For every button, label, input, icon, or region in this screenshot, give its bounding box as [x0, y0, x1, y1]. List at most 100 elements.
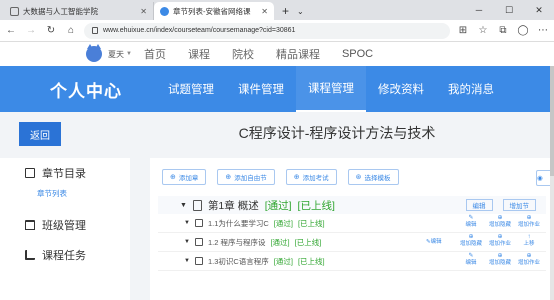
add-section-button[interactable]: 增加节	[502, 199, 536, 211]
course-title-row: 返回 C程序设计-程序设计方法与技术	[0, 112, 554, 148]
add-homework-button[interactable]: ⊕ 增加作业	[489, 234, 511, 248]
chapter-row[interactable]: ▼ 第1章 概述 [通过] [已上线] 编辑 增加节	[158, 196, 546, 214]
window-close-button[interactable]: ✕	[524, 0, 554, 20]
status-badge: [通过]	[273, 256, 293, 266]
sidebar-item-label: 课程任务	[42, 250, 86, 262]
scrollbar-thumb[interactable]	[550, 66, 554, 176]
sidebar-item-label: 班级管理	[42, 220, 86, 232]
site-favicon-icon	[160, 6, 169, 16]
section-row[interactable]: ▼ 1.3初识C语言程序 [通过] [已上线] ✎ 编辑 ⊕ 增加隐藏 ⊕ 增加作业	[158, 252, 546, 271]
refresh-icon[interactable]: ↻	[44, 25, 58, 36]
browser-tab[interactable]: 大数据与人工智能学院 ✕	[4, 2, 154, 20]
window-controls: ─ ☐ ✕	[464, 0, 554, 20]
home-icon[interactable]: ⌂	[64, 25, 78, 36]
nav-messages[interactable]: 我的消息	[436, 66, 506, 112]
expand-triangle-icon[interactable]: ▼	[184, 258, 190, 264]
site-link-schools[interactable]: 院校	[232, 46, 254, 62]
chapter-actions: 编辑 增加节	[465, 199, 536, 211]
browser-tabbar: 大数据与人工智能学院 ✕ 章节列表-安徽省网络课 ✕ + ⌄ ─ ☐ ✕	[0, 0, 554, 20]
page-icon	[10, 6, 19, 16]
sidebar-item-class-manage[interactable]: 班级管理	[0, 210, 130, 240]
expand-triangle-icon[interactable]: ▼	[184, 239, 190, 245]
add-chapter-button[interactable]: ⊕ 添加章	[162, 169, 207, 185]
add-hidden-button[interactable]: ⊕ 增加隐藏	[489, 253, 511, 267]
section-icon	[194, 219, 203, 227]
maximize-button[interactable]: ☐	[494, 0, 524, 20]
button-label: 添加自由节	[234, 175, 267, 182]
chevron-down-icon[interactable]: ▼	[126, 51, 132, 57]
browser-tab-active[interactable]: 章节列表-安徽省网络课 ✕	[154, 2, 274, 20]
expand-triangle-icon[interactable]: ▼	[184, 220, 190, 226]
site-topbar: 夏天 ▼ 首页 课程 院校 精品课程 SPOC	[0, 42, 554, 66]
tab-title: 章节列表-安徽省网络课	[173, 6, 251, 16]
add-homework-button[interactable]: ⊕ 增加作业	[518, 253, 540, 267]
forward-arrow-icon[interactable]: →	[24, 25, 38, 36]
user-avatar-icon[interactable]	[86, 44, 102, 62]
profile-icon[interactable]: ◯	[516, 25, 530, 36]
action-label: 增加隐藏	[489, 222, 512, 228]
section-row[interactable]: ▼ 1.2 程序与程序设 [通过] [已上线] ✎编辑 ⊕ 增加隐藏 ⊕ 增加作业 …	[158, 233, 546, 252]
section-row[interactable]: ▼ 1.1为什么要学习C [通过] [已上线] ✎ 编辑 ⊕ 增加隐藏 ⊕ 增加作业	[158, 214, 546, 233]
section-title: 1.2 程序与程序设	[207, 237, 266, 247]
edit-section-button[interactable]: ✎编辑	[460, 215, 482, 229]
section-title: 1.3初识C语言程序	[207, 256, 269, 266]
add-homework-button[interactable]: ⊕ 增加作业	[518, 215, 540, 229]
close-icon[interactable]: ✕	[261, 7, 268, 16]
minimize-button[interactable]: ─	[464, 0, 494, 20]
new-tab-button[interactable]: +	[274, 2, 297, 20]
plus-icon: ⊕	[170, 174, 176, 181]
status-badge: [已上线]	[297, 199, 335, 212]
action-label: 编辑	[465, 222, 477, 228]
extensions-icon[interactable]: ⊞	[456, 25, 470, 36]
nav-courseware-manage[interactable]: 课件管理	[226, 66, 296, 112]
sidebar-item-label: 章节目录	[42, 168, 86, 180]
edit-section-button[interactable]: ✎编辑	[460, 253, 482, 267]
button-label: 添加章	[178, 175, 199, 182]
site-link-spoc[interactable]: SPOC	[342, 48, 373, 60]
action-label: 增加作业	[518, 260, 541, 266]
add-free-section-button[interactable]: ⊕ 添加自由节	[217, 169, 275, 185]
site-link-featured[interactable]: 精品课程	[276, 46, 320, 62]
star-icon[interactable]: ☆	[476, 25, 490, 36]
plus-icon: ⊕	[526, 253, 532, 259]
nav-edit-profile[interactable]: 修改资料	[366, 66, 436, 112]
more-icon[interactable]: ⋯	[536, 25, 550, 36]
plus-icon: ⊕	[497, 253, 503, 259]
chapter-panel: ⊕ 添加章 ⊕ 添加自由节 ⊕ 添加考试 ⊛ 选择模板 ◉ ▼ 第1章 概述 [通过] …	[150, 158, 554, 300]
action-label: 增加隐藏	[460, 241, 483, 247]
edit-chapter-button[interactable]: 编辑	[465, 199, 493, 211]
action-label: 上移	[523, 241, 535, 247]
sidebar-item-chapter-dir[interactable]: 章节目录	[0, 158, 130, 188]
page-title: 个人中心	[50, 81, 122, 101]
sidebar-item-chapter-list[interactable]: 章节列表	[0, 188, 130, 204]
section-icon	[194, 238, 203, 246]
collections-icon[interactable]: ⧉	[496, 25, 510, 36]
username[interactable]: 夏天	[108, 49, 124, 60]
page-scrollbar[interactable]	[550, 66, 554, 300]
section-actions: ⊕ 增加隐藏 ⊕ 增加作业 ↑ 上移	[460, 234, 540, 248]
site-link-home[interactable]: 首页	[144, 46, 166, 62]
plus-icon: ⊕	[497, 215, 503, 221]
address-bar-row: ← → ↻ ⌂ www.ehuixue.cn/index/courseteam/…	[0, 20, 554, 42]
button-label: 添加考试	[302, 175, 329, 182]
bar-chart-icon	[25, 250, 35, 260]
close-icon[interactable]: ✕	[140, 7, 147, 16]
expand-triangle-icon[interactable]: ▼	[180, 202, 187, 209]
chevron-down-icon[interactable]: ⌄	[297, 2, 304, 20]
nav-question-manage[interactable]: 试题管理	[156, 66, 226, 112]
plus-icon: ⊕	[526, 215, 532, 221]
sidebar-item-course-task[interactable]: 课程任务	[0, 240, 130, 270]
url-field[interactable]: www.ehuixue.cn/index/courseteam/coursema…	[84, 22, 450, 39]
site-link-courses[interactable]: 课程	[188, 46, 210, 62]
document-icon	[192, 199, 202, 211]
pencil-icon: ✎	[468, 253, 474, 259]
back-arrow-icon[interactable]: ←	[4, 25, 18, 36]
edit-section-button[interactable]: ✎编辑	[426, 239, 442, 246]
select-template-button[interactable]: ⊛ 选择模板	[347, 169, 399, 185]
nav-course-manage[interactable]: 课程管理	[296, 66, 366, 112]
add-exam-button[interactable]: ⊕ 添加考试	[285, 169, 337, 185]
lock-icon	[92, 27, 98, 34]
add-hidden-button[interactable]: ⊕ 增加隐藏	[460, 234, 482, 248]
move-up-button[interactable]: ↑ 上移	[518, 234, 540, 248]
add-hidden-button[interactable]: ⊕ 增加隐藏	[489, 215, 511, 229]
